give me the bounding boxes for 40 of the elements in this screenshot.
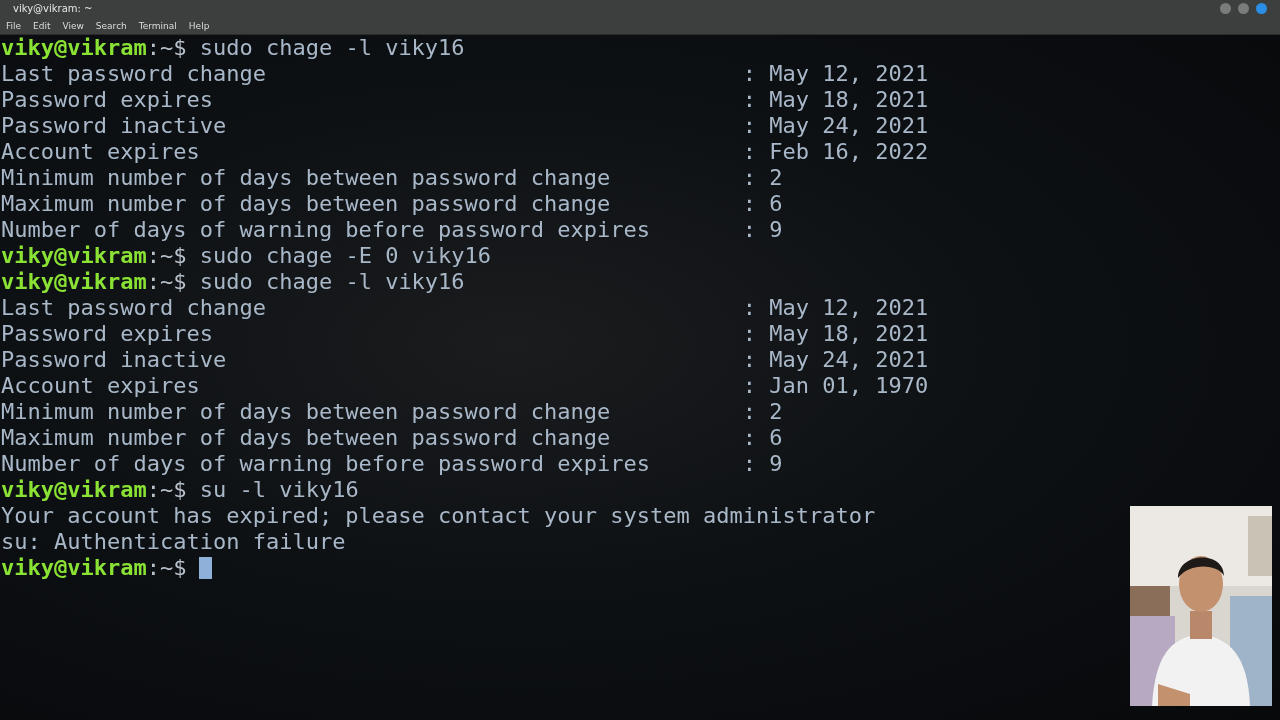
prompt-path: :~$ <box>146 555 187 581</box>
menu-item[interactable]: View <box>62 20 84 31</box>
prompt-user: viky@vikram <box>1 243 147 269</box>
output-text: Password expires : May 18, 2021 <box>1 321 929 347</box>
output-text: Maximum number of days between password change : 6 <box>1 191 783 217</box>
prompt-path: :~$ <box>146 243 187 269</box>
command-text: sudo chage -l viky16 <box>198 269 465 295</box>
output-text: Last password change : May 12, 2021 <box>1 61 929 87</box>
output-text: Last password change : May 12, 2021 <box>1 295 929 321</box>
menu-item[interactable]: Search <box>95 20 127 31</box>
prompt-path: :~$ <box>146 477 187 503</box>
prompt-user: viky@vikram <box>1 477 147 503</box>
output-text: Maximum number of days between password change : 6 <box>1 425 783 451</box>
output-text: Minimum number of days between password change : 2 <box>1 399 783 425</box>
output-text: Password inactive : May 24, 2021 <box>1 113 929 139</box>
output-text: Number of days of warning before password expires : 9 <box>1 217 783 243</box>
output-text: Your account has expired; please contact your system administrator <box>1 503 876 529</box>
output-text: Number of days of warning before password expires : 9 <box>1 451 783 477</box>
output-text: Minimum number of days between password change : 2 <box>1 165 783 191</box>
command-text: sudo chage -l viky16 <box>198 35 465 61</box>
output-text: Password inactive : May 24, 2021 <box>1 347 929 373</box>
output-text: Password expires : May 18, 2021 <box>1 87 929 113</box>
menu-item[interactable]: Help <box>188 20 210 31</box>
window-title: viky@vikram: ~ <box>13 3 93 14</box>
prompt-user: viky@vikram <box>1 555 147 581</box>
output-text: Account expires : Jan 01, 1970 <box>1 373 929 399</box>
prompt-user: viky@vikram <box>1 269 147 295</box>
prompt-path: :~$ <box>146 35 187 61</box>
command-text: su -l viky16 <box>198 477 359 503</box>
menu-item[interactable]: File <box>6 20 22 31</box>
minimize-button[interactable] <box>1220 3 1231 14</box>
prompt-user: viky@vikram <box>1 35 147 61</box>
output-text: Account expires : Feb 16, 2022 <box>1 139 929 165</box>
close-button[interactable] <box>1256 3 1267 14</box>
menu-item[interactable]: Edit <box>33 20 51 31</box>
command-text: sudo chage -E 0 viky16 <box>198 243 492 269</box>
menu-item[interactable]: Terminal <box>138 20 177 31</box>
maximize-button[interactable] <box>1238 3 1249 14</box>
prompt-path: :~$ <box>146 269 187 295</box>
output-text: su: Authentication failure <box>1 529 346 555</box>
